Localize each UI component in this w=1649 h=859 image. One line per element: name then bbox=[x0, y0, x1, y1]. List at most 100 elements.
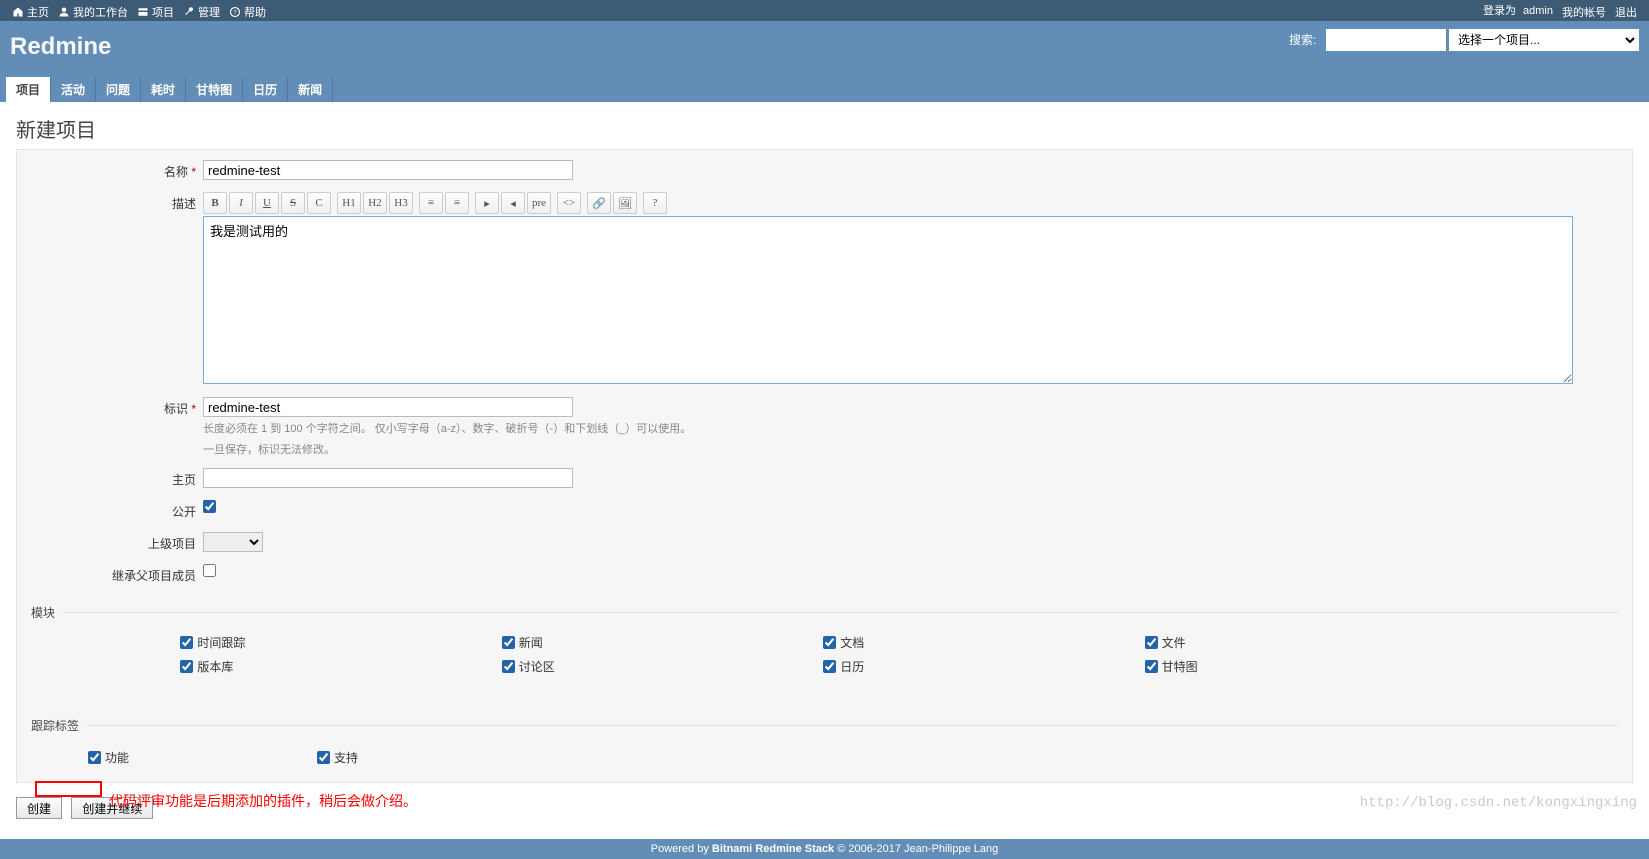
toolbar-i-button[interactable]: I bbox=[229, 192, 253, 214]
topmenu-帮助[interactable]: ?帮助 bbox=[225, 2, 270, 22]
trackers-legend: 跟踪标签 bbox=[31, 717, 87, 734]
topmenu-管理[interactable]: 管理 bbox=[179, 2, 224, 22]
annotation-text: 代码评审功能是后期添加的插件，稍后会做介绍。 bbox=[109, 791, 417, 811]
module-新闻[interactable]: 新闻 bbox=[502, 631, 667, 651]
tab-甘特图[interactable]: 甘特图 bbox=[186, 77, 243, 102]
module-Wiki[interactable]: Wiki bbox=[0, 655, 24, 675]
toolbar-s-button[interactable]: S bbox=[281, 192, 305, 214]
description-textarea[interactable] bbox=[203, 216, 1573, 384]
tab-问题[interactable]: 问题 bbox=[96, 77, 141, 102]
module-checkbox-新闻[interactable] bbox=[502, 636, 515, 649]
toolbar-h1-button[interactable]: H1 bbox=[337, 192, 361, 214]
parent-select[interactable] bbox=[203, 532, 263, 552]
toolbar-ul-button[interactable]: ≡ bbox=[419, 192, 443, 214]
tab-活动[interactable]: 活动 bbox=[51, 77, 96, 102]
footer: Powered by Bitnami Redmine Stack © 2006-… bbox=[0, 839, 1649, 859]
content: 新建项目 名称 * 描述 BIUSC H1H2H3 ≡≡ ▸◂pre <> 🔗🖼? 标识 … bbox=[0, 104, 1649, 829]
module-checkbox-文档[interactable] bbox=[823, 636, 836, 649]
toolbar-link-button[interactable]: 🔗 bbox=[587, 192, 611, 214]
toolbar-b-button[interactable]: B bbox=[203, 192, 227, 214]
homepage-label: 主页 bbox=[31, 468, 196, 488]
toolbar-unbq-button[interactable]: ◂ bbox=[501, 192, 525, 214]
toolbar-?-button[interactable]: ? bbox=[643, 192, 667, 214]
inherit-label: 继承父项目成员 bbox=[31, 564, 196, 584]
parent-label: 上级项目 bbox=[31, 532, 196, 552]
search-label: 搜索: bbox=[1289, 33, 1316, 47]
toolbar-c-button[interactable]: C bbox=[307, 192, 331, 214]
module-checkbox-讨论区[interactable] bbox=[502, 660, 515, 673]
inherit-checkbox[interactable] bbox=[203, 564, 216, 577]
module-日历[interactable]: 日历 bbox=[823, 655, 988, 675]
tab-项目[interactable]: 项目 bbox=[6, 77, 51, 102]
description-label: 描述 bbox=[31, 192, 196, 212]
module-checkbox-时间跟踪[interactable] bbox=[180, 636, 193, 649]
topmenu-主页[interactable]: 主页 bbox=[8, 2, 53, 22]
module-问题跟踪[interactable]: 问题跟踪 bbox=[0, 631, 24, 651]
module-版本库[interactable]: 版本库 bbox=[180, 655, 345, 675]
tab-日历[interactable]: 日历 bbox=[243, 77, 288, 102]
module-文件[interactable]: 文件 bbox=[1145, 631, 1310, 651]
public-label: 公开 bbox=[31, 500, 196, 520]
tracker-支持[interactable]: 支持 bbox=[317, 746, 482, 766]
project-form-box: 名称 * 描述 BIUSCH1H2H3≡≡▸◂pre<>🔗🖼? 标识 * 长度必… bbox=[16, 149, 1633, 783]
modules-legend: 模块 bbox=[31, 604, 63, 621]
wiki-toolbar: BIUSC H1H2H3 ≡≡ ▸◂pre <> 🔗🖼? bbox=[203, 192, 1618, 214]
toolbar-bq-button[interactable]: ▸ bbox=[475, 192, 499, 214]
topmenu-退出[interactable]: 退出 bbox=[1611, 2, 1641, 22]
module-checkbox-文件[interactable] bbox=[1145, 636, 1158, 649]
search-input[interactable] bbox=[1326, 29, 1446, 51]
annotation-highlight bbox=[35, 781, 102, 797]
topmenu-我的帐号[interactable]: 我的帐号 bbox=[1558, 2, 1610, 22]
trackers-line: 错误 功能 支持 bbox=[31, 746, 1618, 766]
top-menu-left: 主页我的工作台项目管理?帮助 bbox=[8, 2, 270, 19]
identifier-label: 标识 * bbox=[31, 397, 196, 417]
module-讨论区[interactable]: 讨论区 bbox=[502, 655, 667, 675]
user-icon bbox=[58, 6, 70, 18]
toolbar-ol-button[interactable]: ≡ bbox=[445, 192, 469, 214]
trackers-fieldset: 跟踪标签 错误 功能 支持 bbox=[31, 717, 1618, 766]
name-input[interactable] bbox=[203, 160, 573, 180]
module-代码评审[interactable]: 代码评审 bbox=[0, 679, 24, 699]
help-icon: ? bbox=[229, 6, 241, 18]
wrench-icon bbox=[183, 6, 195, 18]
topmenu-我的工作台[interactable]: 我的工作台 bbox=[54, 2, 132, 22]
module-时间跟踪[interactable]: 时间跟踪 bbox=[180, 631, 345, 651]
project-jump-select[interactable]: 选择一个项目... bbox=[1449, 29, 1639, 51]
tracker-checkbox-支持[interactable] bbox=[317, 751, 330, 764]
header: 搜索: 选择一个项目... Redmine bbox=[0, 21, 1649, 79]
svg-text:?: ? bbox=[233, 10, 237, 16]
tab-新闻[interactable]: 新闻 bbox=[288, 77, 333, 102]
module-checkbox-日历[interactable] bbox=[823, 660, 836, 673]
tab-耗时[interactable]: 耗时 bbox=[141, 77, 186, 102]
modules-grid: 问题跟踪 时间跟踪 新闻 文档 文件 Wiki 版本库 讨论区 日历 甘特图 代… bbox=[31, 631, 1618, 699]
toolbar-u-button[interactable]: U bbox=[255, 192, 279, 214]
projects-icon bbox=[137, 6, 149, 18]
modules-fieldset: 模块 问题跟踪 时间跟踪 新闻 文档 文件 Wiki 版本库 讨论区 日历 甘特… bbox=[31, 604, 1618, 699]
quick-search: 搜索: 选择一个项目... bbox=[1289, 29, 1639, 51]
footer-product-link[interactable]: Bitnami Redmine Stack bbox=[712, 843, 834, 855]
module-甘特图[interactable]: 甘特图 bbox=[1145, 655, 1310, 675]
toolbar-h2-button[interactable]: H2 bbox=[363, 192, 387, 214]
tracker-错误[interactable]: 错误 bbox=[0, 746, 24, 766]
toolbar-img-button[interactable]: 🖼 bbox=[613, 192, 637, 214]
page-heading: 新建项目 bbox=[16, 114, 1633, 143]
main-menu: 项目活动问题耗时甘特图日历新闻 bbox=[0, 77, 1649, 102]
identifier-hint2: 一旦保存，标识无法修改。 bbox=[203, 442, 1618, 459]
tracker-功能[interactable]: 功能 bbox=[88, 746, 253, 766]
logged-as: 登录为 admin bbox=[1483, 2, 1557, 19]
tracker-checkbox-功能[interactable] bbox=[88, 751, 101, 764]
toolbar-h3-button[interactable]: H3 bbox=[389, 192, 413, 214]
public-checkbox[interactable] bbox=[203, 500, 216, 513]
topmenu-项目[interactable]: 项目 bbox=[133, 2, 178, 22]
toolbar-pre-button[interactable]: pre bbox=[527, 192, 551, 214]
toolbar-<>-button[interactable]: <> bbox=[557, 192, 581, 214]
create-button[interactable] bbox=[16, 797, 62, 819]
current-user-link[interactable]: admin bbox=[1519, 3, 1557, 19]
top-menu-right: 登录为 admin 我的帐号退出 bbox=[1483, 2, 1641, 19]
homepage-input[interactable] bbox=[203, 468, 573, 488]
module-checkbox-版本库[interactable] bbox=[180, 660, 193, 673]
name-label: 名称 * bbox=[31, 160, 196, 180]
module-checkbox-甘特图[interactable] bbox=[1145, 660, 1158, 673]
module-文档[interactable]: 文档 bbox=[823, 631, 988, 651]
identifier-input[interactable] bbox=[203, 397, 573, 417]
